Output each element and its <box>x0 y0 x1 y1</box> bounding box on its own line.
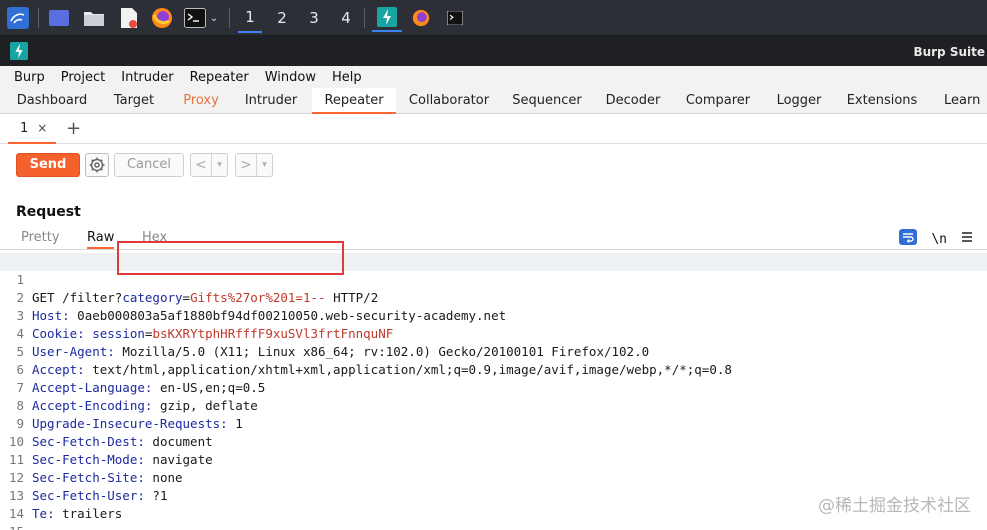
back-button[interactable]: < ▾ <box>190 153 228 177</box>
chevron-down-icon[interactable]: ▾ <box>256 154 272 176</box>
tab-proxy[interactable]: Proxy <box>174 88 228 114</box>
firefox-task-icon[interactable] <box>408 4 434 32</box>
add-tab-button[interactable]: + <box>66 118 81 139</box>
repeater-toolbar: Send Cancel < ▾ > ▾ <box>0 144 987 188</box>
chevron-left-icon: < <box>195 157 207 173</box>
tab-decoder[interactable]: Decoder <box>598 88 668 114</box>
header-line: 11 Sec-Fetch-Site: none <box>0 433 987 485</box>
send-button[interactable]: Send <box>16 153 80 177</box>
file-manager-icon[interactable] <box>82 4 106 32</box>
header-line: 4 User-Agent: Mozilla/5.0 (X11; Linux x8… <box>0 307 987 359</box>
terminal-icon[interactable]: ⌄ <box>180 4 222 32</box>
tab-extensions[interactable]: Extensions <box>840 88 924 114</box>
burp-logo-icon <box>10 42 28 64</box>
header-line: 2 Host: 0aeb000803a5af1880bf94df00210050… <box>0 271 987 323</box>
header-line: 3 Cookie: session=bsKXRYtphHRfffF9xuSVl3… <box>0 289 987 341</box>
forward-button[interactable]: > ▾ <box>235 153 273 177</box>
header-line: 13 Te: trailers <box>0 469 987 521</box>
tab-repeater[interactable]: Repeater <box>312 88 396 114</box>
tab-dashboard[interactable]: Dashboard <box>10 88 94 114</box>
editor-tools: \n <box>899 229 973 249</box>
chevron-right-icon: > <box>240 157 252 173</box>
word-wrap-icon[interactable] <box>899 229 918 249</box>
window-title: Burp Suite <box>913 45 985 59</box>
gear-icon[interactable] <box>85 153 109 177</box>
tab-pretty[interactable]: Pretty <box>21 230 60 245</box>
menu-repeater[interactable]: Repeater <box>182 70 257 85</box>
header-line: 6 Accept-Language: en-US,en;q=0.5 <box>0 343 987 395</box>
kali-menu-icon[interactable] <box>4 4 32 32</box>
taskbar: ⌄ 1 2 3 4 <box>0 0 987 36</box>
chevron-down-icon: ⌄ <box>209 12 219 24</box>
cancel-button[interactable]: Cancel <box>114 153 184 177</box>
tab-raw[interactable]: Raw <box>87 230 115 249</box>
chevron-down-icon[interactable]: ▾ <box>211 154 227 176</box>
repeater-tab-label: 1 <box>20 120 29 136</box>
tab-sequencer[interactable]: Sequencer <box>506 88 588 114</box>
firefox-icon[interactable] <box>150 4 174 32</box>
menu-icon[interactable] <box>961 231 973 247</box>
tab-logger[interactable]: Logger <box>768 88 830 114</box>
text-editor-icon[interactable] <box>117 4 141 32</box>
watermark: @稀土掘金技术社区 <box>818 496 971 516</box>
line-number: 15 <box>0 523 24 530</box>
tab-intruder[interactable]: Intruder <box>238 88 304 114</box>
menubar: Burp Project Intruder Repeater Window He… <box>0 66 987 88</box>
header-line: 8 Upgrade-Insecure-Requests: 1 <box>0 379 987 431</box>
header-line: 12 Sec-Fetch-User: ?1 <box>0 451 987 503</box>
header-line: 10 Sec-Fetch-Mode: navigate <box>0 415 987 467</box>
request-heading: Request <box>16 204 81 220</box>
header-line: 9 Sec-Fetch-Dest: document <box>0 397 987 449</box>
menu-window[interactable]: Window <box>257 70 324 85</box>
tab-learn[interactable]: Learn <box>934 88 987 114</box>
workspace-3[interactable]: 3 <box>302 4 326 32</box>
main-tabs: Dashboard Target Proxy Intruder Repeater… <box>0 88 987 114</box>
repeater-tabs: 1 × + <box>0 114 987 144</box>
workspace-2[interactable]: 2 <box>270 4 294 32</box>
menu-burp[interactable]: Burp <box>6 70 53 85</box>
terminal-task-icon[interactable] <box>442 4 468 32</box>
close-icon[interactable]: × <box>37 121 47 135</box>
show-desktop-icon[interactable] <box>47 4 71 32</box>
workspace-4[interactable]: 4 <box>334 4 358 32</box>
menu-project[interactable]: Project <box>53 70 113 85</box>
burp-task-icon[interactable] <box>372 4 402 32</box>
request-line-1: 1 GET /filter?category=Gifts%27or%201=1-… <box>0 253 987 305</box>
request-view-tabs: Pretty Raw Hex <box>0 228 987 250</box>
request-editor[interactable]: 1 GET /filter?category=Gifts%27or%201=1-… <box>0 253 987 530</box>
tab-target[interactable]: Target <box>104 88 164 114</box>
newline-toggle[interactable]: \n <box>931 232 947 247</box>
menu-intruder[interactable]: Intruder <box>113 70 181 85</box>
workspace-1[interactable]: 1 <box>238 3 262 33</box>
header-line: 7 Accept-Encoding: gzip, deflate <box>0 361 987 413</box>
tab-collaborator[interactable]: Collaborator <box>402 88 496 114</box>
window-titlebar: Burp Suite <box>0 36 987 66</box>
header-line: 5 Accept: text/html,application/xhtml+xm… <box>0 325 987 377</box>
menu-help[interactable]: Help <box>324 70 370 85</box>
repeater-tab-1[interactable]: 1 × <box>8 114 56 144</box>
tab-hex[interactable]: Hex <box>142 230 167 245</box>
tab-comparer[interactable]: Comparer <box>678 88 758 114</box>
